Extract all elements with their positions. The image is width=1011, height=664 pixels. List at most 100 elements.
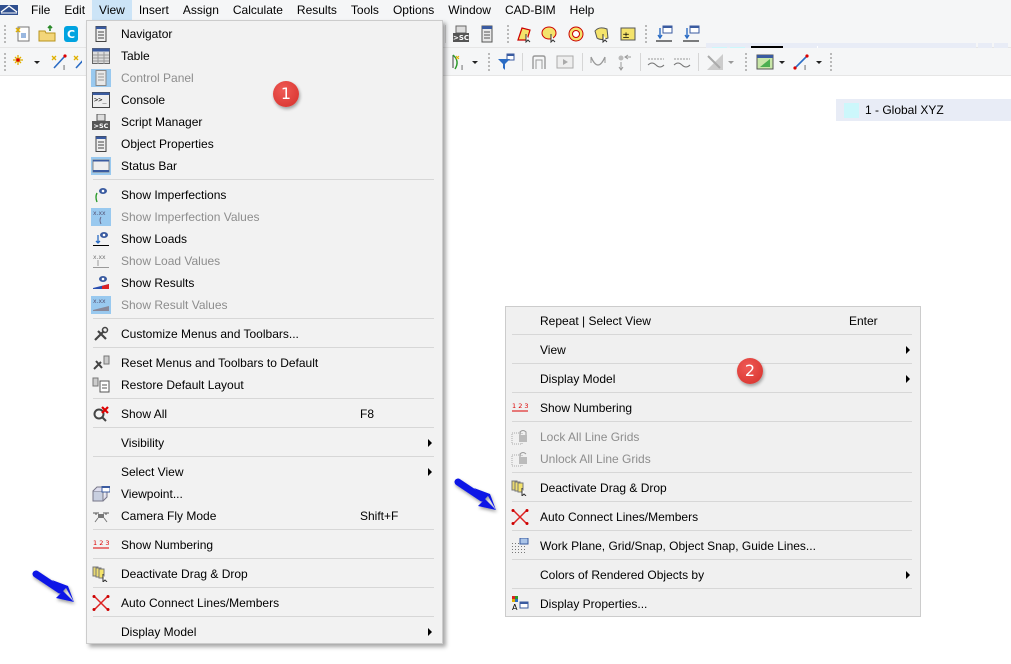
menu-options[interactable]: Options: [386, 0, 441, 20]
menu-results[interactable]: Results: [290, 0, 344, 20]
menu-divider: [512, 501, 912, 502]
menu-item-work-plane[interactable]: Work Plane, Grid/Snap, Object Snap, Guid…: [506, 535, 920, 557]
table-view-icon[interactable]: [756, 53, 774, 71]
menu-item-control-panel[interactable]: Control Panel: [87, 67, 442, 89]
menu-tools[interactable]: Tools: [344, 0, 386, 20]
menu-item-colors-rendered[interactable]: Colors of Rendered Objects by: [506, 564, 920, 586]
menu-item-show-numbering[interactable]: 1 2 3 Show Numbering: [506, 397, 920, 419]
menu-window[interactable]: Window: [441, 0, 498, 20]
support-reactions-icon[interactable]: [615, 53, 633, 71]
menu-item-object-properties[interactable]: Object Properties: [87, 133, 442, 155]
member-type-icon[interactable]: I: [450, 53, 468, 71]
toolbar-grip[interactable]: [4, 25, 6, 43]
dropdown-arrow-icon[interactable]: [32, 53, 42, 71]
menu-view[interactable]: View: [92, 0, 132, 20]
menu-item-show-imperfections[interactable]: Show Imperfections: [87, 184, 442, 206]
toolbar-grip[interactable]: [488, 53, 490, 71]
menu-file[interactable]: File: [24, 0, 57, 20]
dropdown-arrow-icon[interactable]: [470, 53, 480, 71]
control-panel-icon: [91, 69, 111, 87]
result-diagram-icon[interactable]: [647, 53, 665, 71]
menu-calculate[interactable]: Calculate: [226, 0, 290, 20]
toolbar-grip[interactable]: [645, 25, 647, 43]
select-circle-icon[interactable]: [541, 25, 559, 43]
loads-toggle-icon[interactable]: [655, 25, 673, 43]
numbering-icon: 1 2 3: [91, 536, 111, 554]
menu-item-lock-line-grids[interactable]: Lock All Line Grids: [506, 426, 920, 448]
animation-icon[interactable]: [556, 53, 574, 71]
menu-insert[interactable]: Insert: [132, 0, 176, 20]
new-line-icon[interactable]: I: [50, 53, 68, 71]
menu-edit[interactable]: Edit: [57, 0, 92, 20]
toolbar-grip[interactable]: [830, 53, 832, 71]
menu-item-label: Navigator: [121, 27, 173, 41]
dlubal-center-icon[interactable]: C: [62, 25, 80, 43]
svg-text:±: ±: [622, 31, 630, 41]
menu-item-show-load-values[interactable]: x.xx Show Load Values: [87, 250, 442, 272]
filter-icon[interactable]: [497, 53, 515, 71]
new-model-icon[interactable]: [14, 25, 32, 43]
menu-divider: [93, 318, 434, 319]
menu-item-view[interactable]: View: [506, 339, 920, 361]
menu-item-show-result-values[interactable]: x.xx Show Result Values: [87, 294, 442, 316]
dropdown-arrow-icon[interactable]: [726, 53, 736, 71]
coordinate-system-combo[interactable]: 1 - Global XYZ: [836, 99, 1011, 121]
toolbar-grip[interactable]: [507, 25, 509, 43]
menu-cad-bim[interactable]: CAD-BIM: [498, 0, 563, 20]
menu-item-deactivate-drag-drop[interactable]: Deactivate Drag & Drop: [87, 563, 442, 585]
toolbar-grip[interactable]: [4, 53, 6, 71]
frame-icon[interactable]: [530, 53, 548, 71]
menu-item-navigator[interactable]: Navigator: [87, 23, 442, 45]
menu-item-script-manager[interactable]: >SC Script Manager: [87, 111, 442, 133]
section-cut-icon[interactable]: [706, 53, 724, 71]
menu-item-customize-menus[interactable]: Customize Menus and Toolbars...: [87, 323, 442, 345]
menu-item-table[interactable]: Table: [87, 45, 442, 67]
menu-item-status-bar[interactable]: Status Bar: [87, 155, 442, 177]
menu-item-console[interactable]: >>_ Console: [87, 89, 442, 111]
menu-item-show-results[interactable]: Show Results: [87, 272, 442, 294]
dropdown-arrow-icon[interactable]: [814, 53, 824, 71]
new-node-icon[interactable]: [12, 53, 30, 71]
toolbar-grip[interactable]: [745, 53, 747, 71]
menu-item-auto-connect[interactable]: Auto Connect Lines/Members: [506, 506, 920, 528]
menu-item-repeat-select-view[interactable]: Repeat | Select View Enter: [506, 310, 920, 332]
menu-item-display-model[interactable]: Display Model: [87, 621, 442, 643]
menu-item-visibility[interactable]: Visibility: [87, 432, 442, 454]
menu-item-display-model[interactable]: Display Model: [506, 368, 920, 390]
menu-item-show-loads[interactable]: Show Loads: [87, 228, 442, 250]
menu-item-viewpoint[interactable]: Viewpoint...: [87, 483, 442, 505]
menu-assign[interactable]: Assign: [176, 0, 226, 20]
menu-item-display-properties[interactable]: A Display Properties...: [506, 593, 920, 615]
show-all-icon: [91, 405, 111, 423]
menu-item-camera-fly-mode[interactable]: Camera Fly Mode Shift+F: [87, 505, 442, 527]
load-values-toggle-icon[interactable]: [682, 25, 700, 43]
menu-item-show-numbering[interactable]: 1 2 3 Show Numbering: [87, 534, 442, 556]
dropdown-arrow-icon[interactable]: [777, 53, 787, 71]
open-folder-icon[interactable]: [38, 25, 56, 43]
select-by-value-icon[interactable]: ±: [619, 25, 637, 43]
object-properties-icon[interactable]: [478, 25, 496, 43]
menu-item-show-all[interactable]: Show All F8: [87, 403, 442, 425]
menu-item-label: Show Imperfection Values: [121, 210, 260, 224]
menu-item-auto-connect[interactable]: Auto Connect Lines/Members: [87, 592, 442, 614]
menu-item-restore-layout[interactable]: Restore Default Layout: [87, 374, 442, 396]
menu-item-unlock-line-grids[interactable]: Unlock All Line Grids: [506, 448, 920, 470]
menu-item-reset-menus[interactable]: Reset Menus and Toolbars to Default: [87, 352, 442, 374]
menu-divider: [512, 559, 912, 560]
reset-tools-icon: [91, 354, 111, 372]
new-member-icon[interactable]: [72, 53, 82, 71]
menu-divider: [512, 530, 912, 531]
menu-item-show-imperfection-values[interactable]: x.xx Show Imperfection Values: [87, 206, 442, 228]
deformation-icon[interactable]: [589, 53, 607, 71]
dimension-icon[interactable]: I: [792, 53, 810, 71]
show-loads-icon: [91, 230, 111, 248]
menu-help[interactable]: Help: [563, 0, 602, 20]
menu-item-deactivate-drag-drop[interactable]: Deactivate Drag & Drop: [506, 477, 920, 499]
menu-item-select-view[interactable]: Select View: [87, 461, 442, 483]
script-console-icon[interactable]: >SC: [452, 25, 470, 43]
menu-item-label: Unlock All Line Grids: [540, 452, 651, 466]
select-polygon-icon[interactable]: [515, 25, 533, 43]
select-ring-icon[interactable]: [567, 25, 585, 43]
select-freeform-icon[interactable]: [593, 25, 611, 43]
result-values-diagram-icon[interactable]: [673, 53, 691, 71]
